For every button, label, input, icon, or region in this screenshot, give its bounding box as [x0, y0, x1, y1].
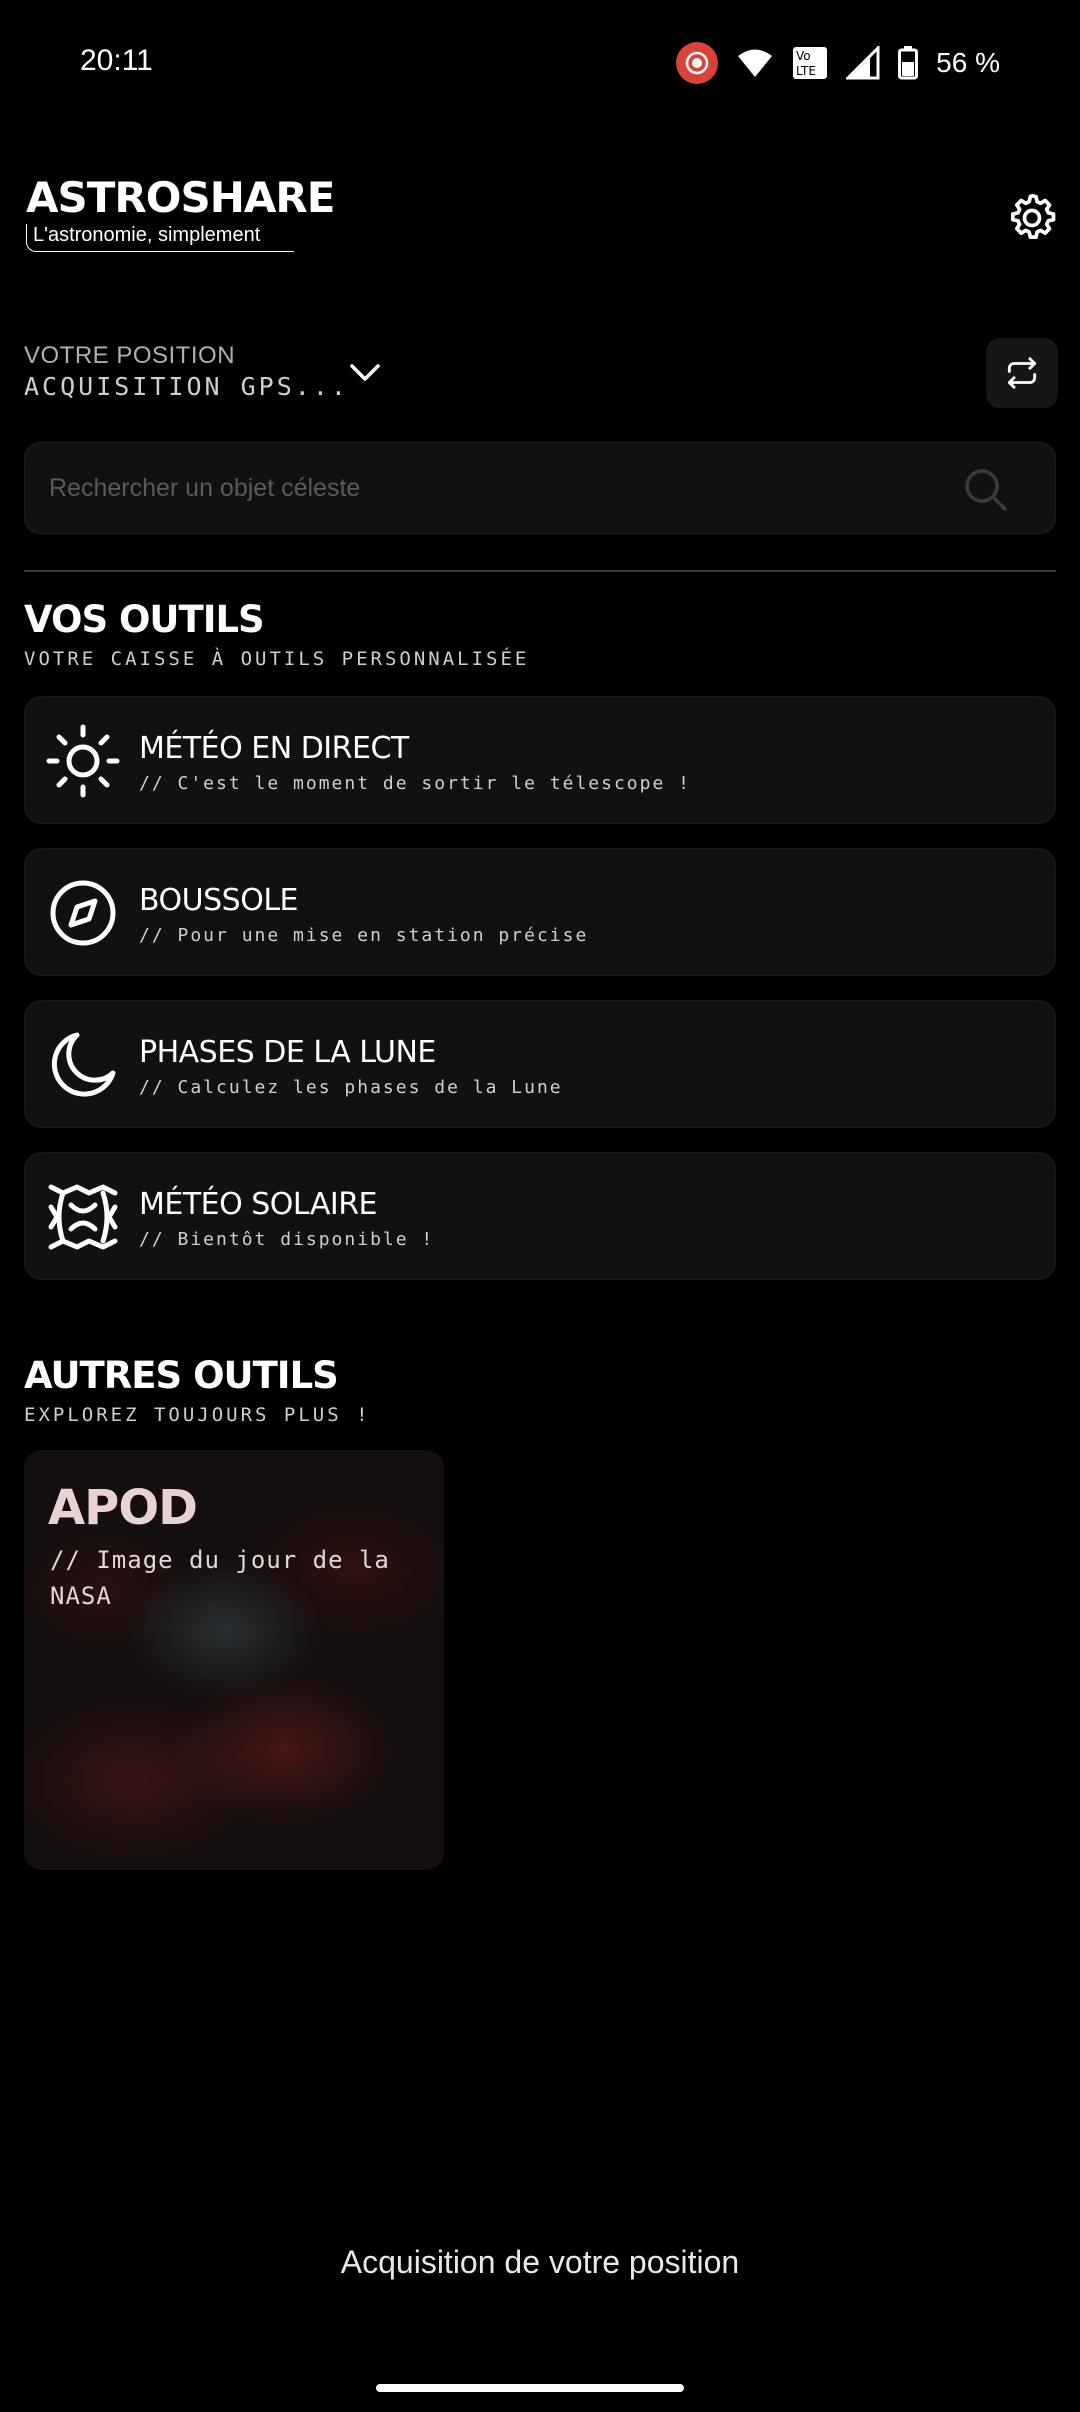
home-indicator[interactable] — [376, 2384, 684, 2392]
moon-icon — [51, 1032, 116, 1097]
tool-description: // C'est le moment de sortir le télescop… — [139, 773, 691, 794]
tool-name: BOUSSOLE — [139, 883, 299, 918]
battery-percentage: 56 % — [936, 47, 1000, 78]
wifi-icon — [738, 49, 773, 77]
divider — [24, 570, 1056, 572]
gear-icon — [1011, 193, 1056, 239]
tool-name: MÉTÉO EN DIRECT — [139, 731, 409, 766]
tool-description: // Bientôt disponible ! — [139, 1229, 435, 1250]
tool-card-compass[interactable]: BOUSSOLE // Pour une mise en station pré… — [24, 848, 1056, 976]
status-time: 20:11 — [80, 44, 153, 77]
search-bar[interactable] — [24, 442, 1056, 534]
svg-text:Vo: Vo — [796, 49, 811, 63]
status-bar: 20:11 Vo LTE 56 % — [0, 0, 1080, 126]
refresh-icon — [1007, 357, 1037, 389]
solar-flare-icon — [48, 1184, 118, 1250]
app-title: ASTROSHARE — [26, 173, 335, 222]
apod-card[interactable]: APOD // Image du jour de la NASA — [24, 1450, 444, 1870]
apod-description: // Image du jour de la NASA — [50, 1546, 390, 1610]
settings-button[interactable] — [1004, 190, 1060, 246]
tool-name: PHASES DE LA LUNE — [139, 1035, 436, 1070]
position-value: ACQUISITION GPS... — [24, 372, 349, 401]
tool-card-live-weather[interactable]: MÉTÉO EN DIRECT // C'est le moment de so… — [24, 696, 1056, 824]
other-section-title: AUTRES OUTILS — [24, 1354, 339, 1397]
signal-icon — [846, 46, 880, 80]
tool-name: MÉTÉO SOLAIRE — [139, 1187, 378, 1222]
refresh-position-button[interactable] — [986, 338, 1058, 408]
tools-section-subtitle: VOTRE CAISSE À OUTILS PERSONNALISÉE — [24, 648, 530, 670]
battery-icon — [898, 46, 919, 80]
apod-title: APOD — [48, 1480, 198, 1536]
position-selector[interactable]: VOTRE POSITION ACQUISITION GPS... — [24, 342, 349, 401]
toast-message: Acquisition de votre position — [340, 2244, 740, 2280]
app-logo: ASTROSHARE L'astronomie, simplement — [26, 173, 335, 252]
svg-text:LTE: LTE — [796, 64, 816, 78]
app-tagline: L'astronomie, simplement — [26, 224, 294, 252]
other-section-subtitle: EXPLOREZ TOUJOURS PLUS ! — [24, 1404, 371, 1426]
compass-icon — [50, 880, 116, 946]
tool-description: // Calculez les phases de la Lune — [139, 1077, 563, 1098]
volte-icon: VoLTE — [793, 47, 828, 79]
status-icons: Vo LTE 56 % — [676, 40, 1000, 86]
position-label: VOTRE POSITION — [24, 342, 236, 369]
search-input[interactable] — [49, 443, 949, 533]
sun-icon — [46, 724, 120, 798]
chevron-down-icon[interactable] — [348, 358, 382, 386]
tool-card-solar-weather[interactable]: MÉTÉO SOLAIRE // Bientôt disponible ! — [24, 1152, 1056, 1280]
tool-description: // Pour une mise en station précise — [139, 925, 589, 946]
screen-record-icon — [676, 42, 719, 84]
tool-card-moon-phases[interactable]: PHASES DE LA LUNE // Calculez les phases… — [24, 1000, 1056, 1128]
tools-section-title: VOS OUTILS — [24, 598, 265, 641]
search-icon[interactable] — [963, 467, 1009, 513]
